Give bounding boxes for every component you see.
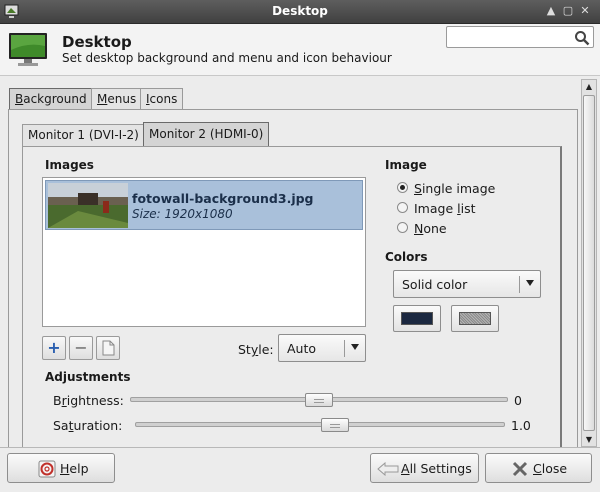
style-select[interactable]: Auto	[278, 334, 366, 362]
search-input[interactable]	[446, 26, 594, 48]
saturation-value: 1.0	[511, 418, 531, 433]
radio-image-list[interactable]	[397, 202, 408, 213]
minus-icon: −	[74, 338, 88, 357]
title-bar: Desktop ▲ ▢ ✕	[0, 0, 600, 24]
primary-color-button[interactable]	[393, 305, 441, 332]
page-subtitle: Set desktop background and menu and icon…	[62, 51, 392, 65]
help-icon	[38, 460, 56, 478]
close-icon	[512, 461, 528, 477]
scrollbar-thumb[interactable]	[583, 95, 595, 431]
radio-none[interactable]	[397, 222, 408, 233]
color-style-value: Solid color	[402, 277, 468, 292]
image-filename: fotowall-background3.jpg	[132, 191, 314, 206]
list-item[interactable]: fotowall-background3.jpg Size: 1920x1080	[45, 180, 363, 230]
desktop-icon	[9, 33, 47, 66]
chevron-down-icon	[526, 280, 534, 286]
tab-monitor-1[interactable]: Monitor 1 (DVI-I-2)	[22, 124, 145, 146]
shade-icon[interactable]: ▲	[544, 4, 558, 18]
style-value: Auto	[287, 341, 317, 356]
vertical-scrollbar[interactable]: ▲ ▼	[581, 79, 597, 447]
close-button[interactable]: Close	[485, 453, 592, 483]
image-list[interactable]: fotowall-background3.jpg Size: 1920x1080	[42, 177, 366, 327]
plus-icon: +	[47, 338, 61, 357]
single-image-label: Single image	[414, 181, 496, 196]
tab-menus[interactable]: Menus	[91, 88, 143, 110]
button-bar: Help All Settings Close	[0, 447, 600, 492]
primary-color-swatch	[401, 312, 433, 325]
back-arrow-icon	[377, 462, 399, 476]
image-list-label: Image list	[414, 201, 476, 216]
secondary-color-swatch	[459, 312, 491, 325]
tab-background[interactable]: Background	[9, 88, 93, 110]
none-label: None	[414, 221, 447, 236]
adjustments-heading: Adjustments	[45, 370, 131, 384]
image-size: Size: 1920x1080	[132, 207, 233, 221]
tab-icons[interactable]: Icons	[140, 88, 184, 110]
new-file-icon	[102, 340, 115, 356]
radio-single-image[interactable]	[397, 182, 408, 193]
add-image-button[interactable]: +	[42, 336, 66, 360]
remove-image-button[interactable]: −	[69, 336, 93, 360]
chevron-down-icon	[351, 344, 359, 350]
help-button[interactable]: Help	[7, 453, 115, 483]
window-title: Desktop	[272, 4, 328, 18]
image-thumbnail	[48, 183, 128, 228]
colors-heading: Colors	[385, 250, 428, 264]
images-heading: Images	[45, 158, 94, 172]
scroll-down-icon[interactable]: ▼	[582, 433, 596, 446]
saturation-label: Saturation:	[53, 418, 123, 433]
close-window-icon[interactable]: ✕	[578, 4, 592, 18]
brightness-slider-handle[interactable]	[305, 393, 333, 407]
brightness-label: Brightness:	[53, 393, 124, 408]
page-title: Desktop	[62, 33, 132, 51]
style-label: Style:	[238, 342, 274, 357]
secondary-color-button[interactable]	[451, 305, 499, 332]
search-icon	[575, 31, 590, 46]
saturation-slider-handle[interactable]	[320, 418, 349, 432]
brightness-value: 0	[514, 393, 522, 408]
maximize-icon[interactable]: ▢	[561, 4, 575, 18]
scroll-up-icon[interactable]: ▲	[582, 80, 596, 93]
color-style-select[interactable]: Solid color	[393, 270, 541, 298]
all-settings-button[interactable]: All Settings	[370, 453, 479, 483]
new-list-button[interactable]	[96, 336, 120, 360]
tab-monitor-2[interactable]: Monitor 2 (HDMI-0)	[143, 122, 270, 146]
image-heading: Image	[385, 158, 427, 172]
